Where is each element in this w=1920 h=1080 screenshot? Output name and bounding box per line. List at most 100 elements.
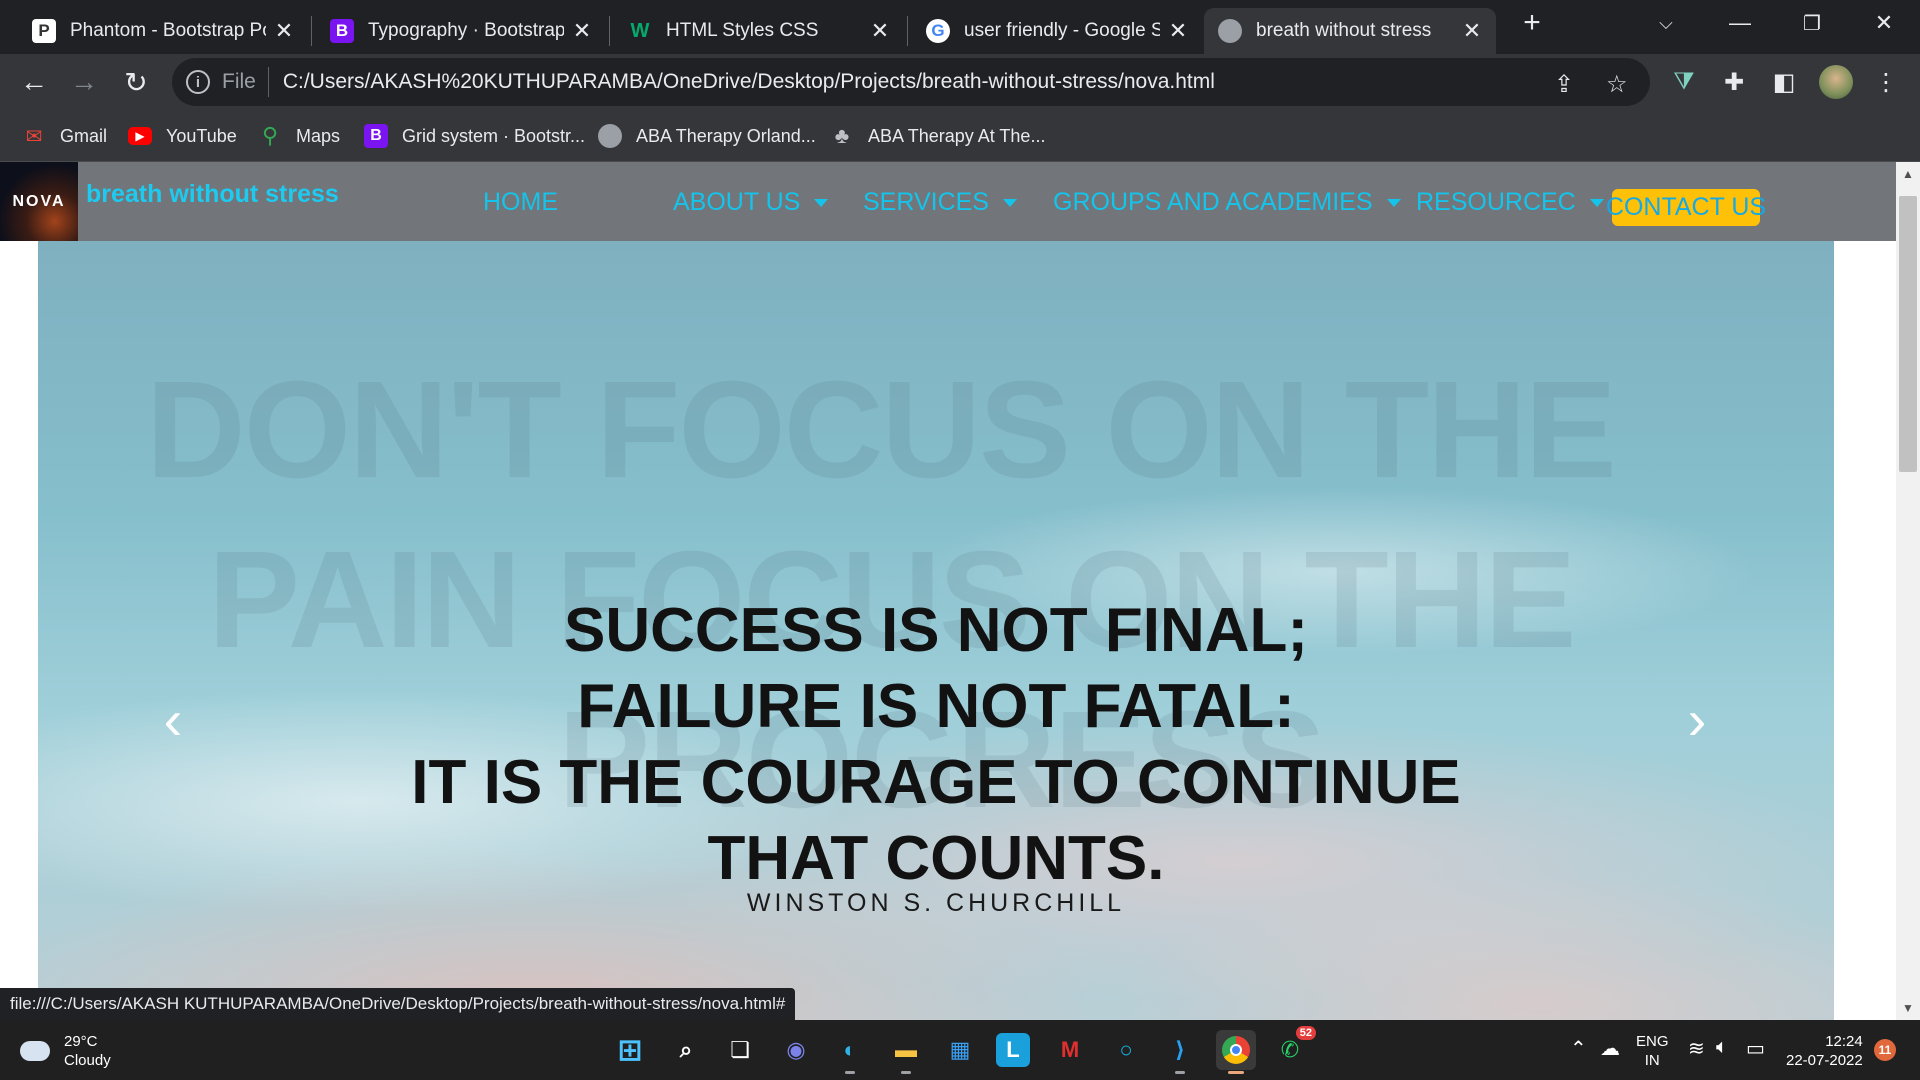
tab-typography[interactable]: B Typography · Bootstrap v5 ✕ xyxy=(316,8,606,54)
menu-kebab-icon[interactable]: ⋮ xyxy=(1866,62,1906,102)
bookmark-label: ABA Therapy At The... xyxy=(868,125,1046,146)
bootstrap-favicon-icon: B xyxy=(330,19,354,43)
forward-icon[interactable]: → xyxy=(64,62,104,102)
site-brand[interactable]: breath without stress xyxy=(86,180,339,209)
w3schools-favicon-icon: W xyxy=(630,19,650,42)
tab-title: breath without stress xyxy=(1256,20,1432,41)
bookmark-youtube[interactable]: ▶ YouTube xyxy=(128,122,237,150)
nav-home[interactable]: HOME xyxy=(483,188,558,217)
whatsapp-icon[interactable]: ✆ 52 xyxy=(1270,1026,1316,1070)
search-icon[interactable]: ⌕ xyxy=(666,1030,706,1070)
nav-services[interactable]: SERVICES xyxy=(863,188,1017,217)
bookmark-label: ABA Therapy Orland... xyxy=(636,125,816,146)
bookmark-grid-system[interactable]: B Grid system · Bootstr... xyxy=(364,122,585,150)
tab-title: Phantom - Bootstrap Portfolio xyxy=(70,20,266,41)
quote-line: FAILURE IS NOT FATAL: xyxy=(577,672,1295,741)
close-window-icon[interactable]: ✕ xyxy=(1848,0,1920,46)
tab-breath-without-stress[interactable]: breath without stress ✕ xyxy=(1204,8,1496,54)
clock[interactable]: 12:24 22-07-2022 xyxy=(1786,1032,1863,1070)
weather-widget[interactable]: 29°C Cloudy xyxy=(20,1032,111,1070)
language-indicator[interactable]: ENG IN xyxy=(1636,1032,1669,1070)
extension-icon[interactable]: ⧩ xyxy=(1664,62,1704,102)
battery-icon[interactable]: ▭ xyxy=(1746,1036,1765,1061)
side-panel-icon[interactable]: ◧ xyxy=(1764,62,1804,102)
scroll-down-icon[interactable]: ▼ xyxy=(1896,996,1920,1020)
minimize-icon[interactable]: — xyxy=(1704,0,1776,46)
new-tab-button[interactable]: + xyxy=(1496,0,1568,46)
quote-line: SUCCESS IS NOT FINAL; xyxy=(563,596,1309,665)
tab-title: HTML Styles CSS xyxy=(666,20,819,41)
store-icon[interactable]: ▦ xyxy=(940,1030,980,1070)
chrome-icon[interactable] xyxy=(1216,1030,1256,1074)
tab-html-styles[interactable]: W HTML Styles CSS ✕ xyxy=(614,8,904,54)
bookmark-label: Maps xyxy=(296,125,341,146)
onedrive-icon[interactable]: ☁ xyxy=(1600,1036,1620,1061)
tab-search-icon[interactable]: ⌵ xyxy=(1630,0,1702,46)
bookmark-maps[interactable]: ⚲ Maps xyxy=(258,122,340,150)
contact-us-button[interactable]: CONTACT US xyxy=(1606,189,1766,226)
notification-count-badge[interactable]: 11 xyxy=(1874,1039,1896,1061)
carousel-next-icon[interactable]: › xyxy=(1672,688,1722,751)
close-icon[interactable]: ✕ xyxy=(572,18,592,43)
nav-label: ABOUT US xyxy=(673,188,801,216)
back-icon[interactable]: ← xyxy=(14,62,54,102)
nav-label: GROUPS AND ACADEMIES xyxy=(1053,188,1373,216)
avatar[interactable] xyxy=(1816,62,1856,102)
carousel-prev-icon[interactable]: ‹ xyxy=(148,688,198,751)
bookmark-star-icon[interactable]: ☆ xyxy=(1606,70,1628,99)
volume-icon[interactable]: 🔈︎ xyxy=(1716,1036,1728,1059)
url-text[interactable]: C:/Users/AKASH%20KUTHUPARAMBA/OneDrive/D… xyxy=(283,70,1215,94)
share-icon[interactable]: ⇪ xyxy=(1554,70,1574,99)
address-bar[interactable]: i File C:/Users/AKASH%20KUTHUPARAMBA/One… xyxy=(172,58,1650,106)
bookmark-aba-orlando[interactable]: ABA Therapy Orland... xyxy=(598,122,816,150)
start-icon[interactable]: ⊞ xyxy=(610,1030,650,1070)
bookmark-label: Grid system · Bootstr... xyxy=(402,125,586,146)
task-view-icon[interactable]: ❏ xyxy=(720,1030,760,1070)
nav-label: SERVICES xyxy=(863,188,989,216)
tab-phantom[interactable]: P Phantom - Bootstrap Portfolio ✕ xyxy=(18,8,308,54)
tab-divider xyxy=(907,16,908,46)
phantom-favicon-icon: P xyxy=(32,19,56,43)
running-indicator xyxy=(845,1071,855,1074)
chevron-up-icon[interactable]: ⌃ xyxy=(1570,1036,1587,1061)
mcafee-icon[interactable]: M xyxy=(1050,1030,1090,1070)
edge-icon[interactable]: ◐ xyxy=(830,1030,870,1074)
page-viewport: NOVA breath without stress HOME ABOUT US… xyxy=(0,162,1896,1020)
weather-condition: Cloudy xyxy=(64,1052,111,1069)
scrollbar-thumb[interactable] xyxy=(1899,196,1917,472)
file-explorer-icon[interactable]: ▬ xyxy=(886,1030,926,1074)
page-scrollbar[interactable]: ▲ ▼ xyxy=(1896,162,1920,1020)
caret-down-icon xyxy=(814,198,829,207)
bootstrap-icon: B xyxy=(364,124,388,148)
reload-icon[interactable]: ↻ xyxy=(116,62,156,102)
maps-icon: ⚲ xyxy=(261,123,279,148)
notification-badge: 52 xyxy=(1295,1026,1316,1040)
close-icon[interactable]: ✕ xyxy=(274,18,294,43)
tab-title: Typography · Bootstrap v5 xyxy=(368,20,564,41)
bookmark-aba-at-the[interactable]: ♣ ABA Therapy At The... xyxy=(830,122,1046,150)
youtube-icon: ▶ xyxy=(128,127,152,145)
nav-label: RESOURCEC xyxy=(1416,188,1576,216)
profile-avatar-icon xyxy=(1819,65,1853,99)
close-icon[interactable]: ✕ xyxy=(1168,18,1188,43)
puzzle-icon[interactable]: ✚ xyxy=(1714,62,1754,102)
scroll-up-icon[interactable]: ▲ xyxy=(1896,162,1920,186)
nav-about-us[interactable]: ABOUT US xyxy=(673,188,829,217)
close-icon[interactable]: ✕ xyxy=(1462,18,1482,43)
quote-line: IT IS THE COURAGE TO CONTINUE xyxy=(411,748,1461,817)
nav-resources[interactable]: RESOURCEC xyxy=(1416,188,1604,217)
restore-icon[interactable]: ❐ xyxy=(1776,0,1848,46)
nova-logo[interactable]: NOVA xyxy=(0,162,78,241)
teams-chat-icon[interactable]: ◉ xyxy=(776,1030,816,1070)
bookmark-gmail[interactable]: ✉ Gmail xyxy=(22,122,107,150)
wifi-icon[interactable]: ≋ xyxy=(1688,1036,1705,1061)
site-info-icon[interactable]: i xyxy=(186,70,210,94)
vscode-icon[interactable]: ⟩ xyxy=(1160,1030,1200,1074)
nav-groups-and-academies[interactable]: GROUPS AND ACADEMIES xyxy=(1053,188,1401,217)
cortana-icon[interactable]: ○ xyxy=(1106,1030,1146,1070)
l-app-icon[interactable]: L xyxy=(996,1033,1030,1067)
close-icon[interactable]: ✕ xyxy=(870,18,890,43)
tab-google-search[interactable]: G user friendly - Google Search ✕ xyxy=(912,8,1202,54)
chrome-logo-icon xyxy=(1222,1036,1250,1064)
status-bubble: file:///C:/Users/AKASH KUTHUPARAMBA/OneD… xyxy=(0,988,796,1020)
